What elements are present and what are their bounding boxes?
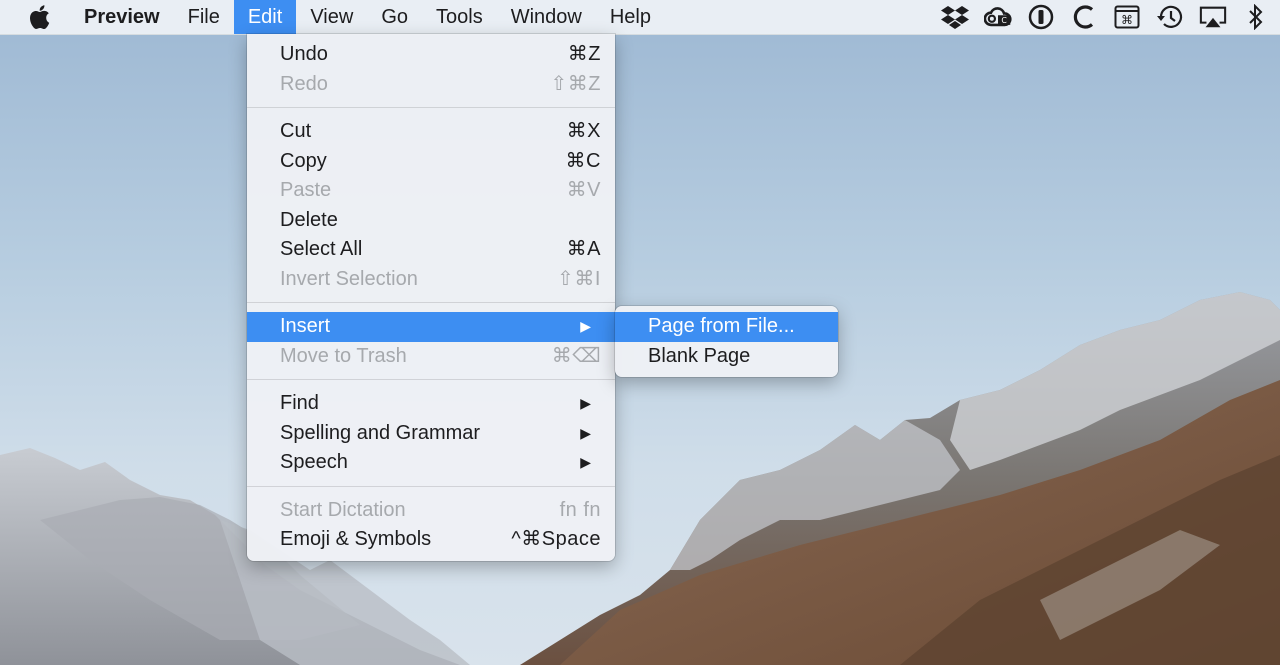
menu-item-label: Start Dictation xyxy=(280,498,406,521)
menu-separator xyxy=(247,485,615,487)
svg-text:⌘: ⌘ xyxy=(1121,13,1133,27)
menu-view[interactable]: View xyxy=(296,0,367,34)
menu-item-label: Paste xyxy=(280,179,332,201)
menu-item-speech[interactable]: Speech ▶ xyxy=(247,448,615,478)
menu-item-paste: Paste ⌘V xyxy=(247,176,615,206)
edit-menu: Undo ⌘Z Redo ⇧⌘Z Cut ⌘X Copy ⌘C Paste ⌘V… xyxy=(247,34,615,561)
desktop: Preview File Edit View Go Tools Window H… xyxy=(0,0,1280,665)
status-area: C ⌘ xyxy=(926,0,1270,34)
shortcut-label: ⇧⌘Z xyxy=(550,72,601,95)
menu-item-label: Copy xyxy=(280,149,327,172)
menu-item-label: Find xyxy=(280,392,319,414)
menu-item-label: Insert xyxy=(280,315,331,337)
menu-item-label: Redo xyxy=(280,72,328,95)
keyboard-shortcut-icon[interactable]: ⌘ xyxy=(1113,4,1141,30)
menu-item-label: Speech xyxy=(280,451,348,473)
menu-go[interactable]: Go xyxy=(367,0,422,34)
dropbox-icon[interactable] xyxy=(941,4,969,30)
menu-item-find[interactable]: Find ▶ xyxy=(247,389,615,419)
time-machine-icon[interactable] xyxy=(1156,4,1184,30)
shortcut-label: ⌘A xyxy=(566,238,601,260)
creative-cloud-icon[interactable]: C xyxy=(984,4,1012,30)
apple-menu-icon[interactable] xyxy=(28,4,58,30)
submenu-arrow-icon: ▶ xyxy=(580,424,591,441)
1password-icon[interactable] xyxy=(1027,4,1055,30)
submenu-arrow-icon: ▶ xyxy=(580,454,591,470)
menu-item-select-all[interactable]: Select All ⌘A xyxy=(247,235,615,265)
shortcut-label: ⇧⌘I xyxy=(557,267,601,290)
menu-item-label: Invert Selection xyxy=(280,267,418,290)
menu-help[interactable]: Help xyxy=(596,0,665,34)
shortcut-label: ⌘V xyxy=(566,179,601,201)
shortcut-label: ⌘⌫ xyxy=(551,344,601,367)
menu-item-label: Undo xyxy=(280,43,328,65)
airplay-icon[interactable] xyxy=(1199,4,1227,30)
menu-item-label: Select All xyxy=(280,238,363,260)
submenu-arrow-icon: ▶ xyxy=(580,318,591,334)
menu-window[interactable]: Window xyxy=(497,0,596,34)
shortcut-label: ^⌘Space xyxy=(511,528,601,550)
menu-item-label: Delete xyxy=(280,208,338,231)
app-menu-preview[interactable]: Preview xyxy=(84,0,174,34)
menu-item-label: Spelling and Grammar xyxy=(280,421,481,444)
menu-separator xyxy=(247,379,615,380)
menu-item-insert[interactable]: Insert ▶ xyxy=(247,312,615,342)
c-app-icon[interactable] xyxy=(1070,4,1098,30)
menu-item-copy[interactable]: Copy ⌘C xyxy=(247,147,615,177)
menu-item-label: Move to Trash xyxy=(280,344,407,367)
menu-tools[interactable]: Tools xyxy=(422,0,497,34)
menu-item-redo: Redo ⇧⌘Z xyxy=(247,70,615,100)
menu-item-move-to-trash: Move to Trash ⌘⌫ xyxy=(247,342,615,372)
menu-item-label: Cut xyxy=(280,120,312,142)
menu-item-delete[interactable]: Delete xyxy=(247,206,615,236)
menu-item-label: Emoji & Symbols xyxy=(280,528,432,550)
insert-submenu: Page from File... Blank Page xyxy=(615,306,838,377)
shortcut-label: ⌘X xyxy=(566,120,601,142)
shortcut-label: fn fn xyxy=(559,498,601,521)
submenu-arrow-icon: ▶ xyxy=(580,395,591,411)
svg-text:C: C xyxy=(1001,16,1007,25)
menu-item-start-dictation: Start Dictation fn fn xyxy=(247,496,615,526)
menu-edit[interactable]: Edit xyxy=(233,0,297,34)
menu-item-invert-selection: Invert Selection ⇧⌘I xyxy=(247,265,615,295)
menu-item-undo[interactable]: Undo ⌘Z xyxy=(247,40,615,70)
menu-item-blank-page[interactable]: Blank Page xyxy=(615,342,838,372)
shortcut-label: ⌘C xyxy=(565,149,601,172)
bluetooth-icon[interactable] xyxy=(1242,4,1270,30)
menu-separator xyxy=(247,107,615,108)
menu-item-page-from-file[interactable]: Page from File... xyxy=(615,312,838,342)
menu-item-spelling-and-grammar[interactable]: Spelling and Grammar ▶ xyxy=(247,419,615,449)
menu-item-emoji-and-symbols[interactable]: Emoji & Symbols ^⌘Space xyxy=(247,525,615,555)
shortcut-label: ⌘Z xyxy=(567,43,601,65)
menu-separator xyxy=(247,302,615,303)
menu-item-cut[interactable]: Cut ⌘X xyxy=(247,117,615,147)
menu-file[interactable]: File xyxy=(174,0,234,34)
menu-bar: Preview File Edit View Go Tools Window H… xyxy=(0,0,1280,35)
